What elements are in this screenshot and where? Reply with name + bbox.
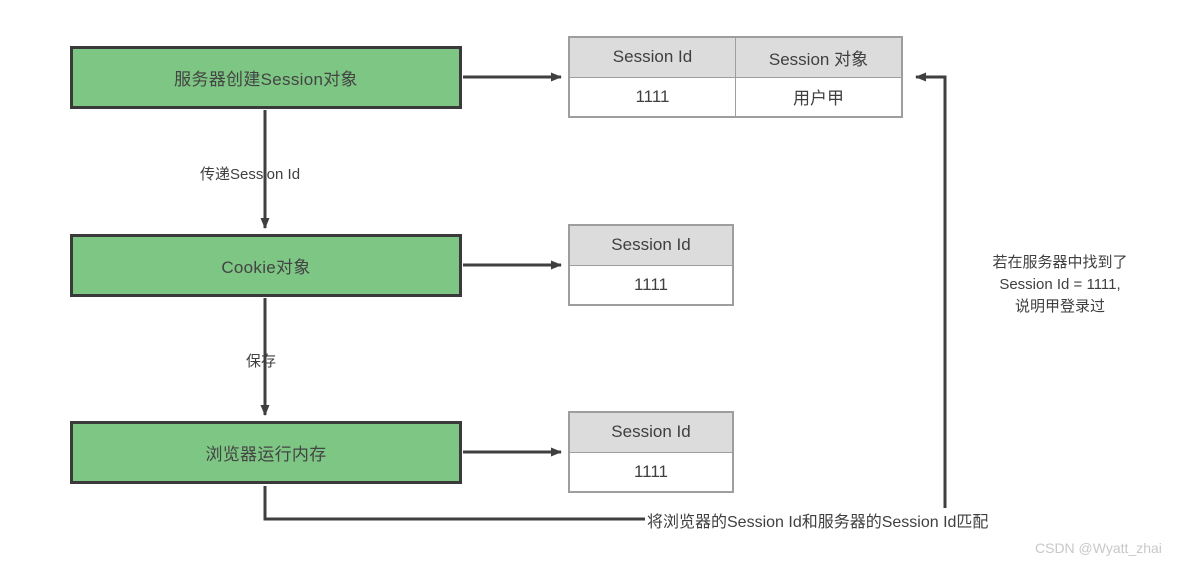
- table-cell-session-id-value: 1111: [633, 461, 669, 481]
- csdn-watermark: CSDN @Wyatt_zhai: [1035, 540, 1162, 556]
- process-box-cookie[interactable]: Cookie对象: [70, 234, 462, 297]
- table-header-cell-session-id: Session Id: [611, 235, 691, 255]
- table-row: 1111: [570, 453, 732, 492]
- table-cell-session-object-value: 用户甲: [735, 77, 901, 116]
- memory-session-table: Session Id 1111: [568, 411, 734, 493]
- table-header-cell-session-object: Session 对象: [735, 38, 901, 77]
- table-header-row: Session Id Session 对象: [570, 38, 901, 78]
- table-cell-session-id-value: 1111: [633, 274, 669, 294]
- table-header-row: Session Id: [570, 226, 732, 266]
- table-row: 1111 用户甲: [570, 77, 901, 116]
- process-box-browser-memory-label: 浏览器运行内存: [205, 445, 327, 464]
- cookie-session-table: Session Id 1111: [568, 224, 734, 306]
- table-row: 1111: [570, 266, 732, 305]
- table-header-cell-session-id: Session Id: [611, 422, 691, 442]
- process-box-browser-memory[interactable]: 浏览器运行内存: [70, 421, 462, 484]
- process-box-server[interactable]: 服务器创建Session对象: [70, 46, 462, 109]
- table-header-cell-session-id: Session Id: [612, 47, 693, 67]
- match-result-note: 若在服务器中找到了 Session Id = 1111, 说明甲登录过: [992, 254, 1128, 315]
- edge-label-pass-session-id: 传递Session Id: [200, 166, 301, 183]
- process-box-cookie-label: Cookie对象: [221, 258, 311, 277]
- match-flow-label: 将浏览器的Session Id和服务器的Session Id匹配: [645, 508, 991, 532]
- table-header-row: Session Id: [570, 413, 732, 453]
- diagram-canvas: 服务器创建Session对象 Cookie对象 浏览器运行内存 Session …: [0, 0, 1191, 567]
- edge-label-save: 保存: [246, 353, 277, 370]
- table-cell-session-id-value: 1111: [635, 86, 670, 106]
- server-session-table: Session Id Session 对象 1111 用户甲: [568, 36, 903, 118]
- process-box-server-label: 服务器创建Session对象: [174, 70, 358, 89]
